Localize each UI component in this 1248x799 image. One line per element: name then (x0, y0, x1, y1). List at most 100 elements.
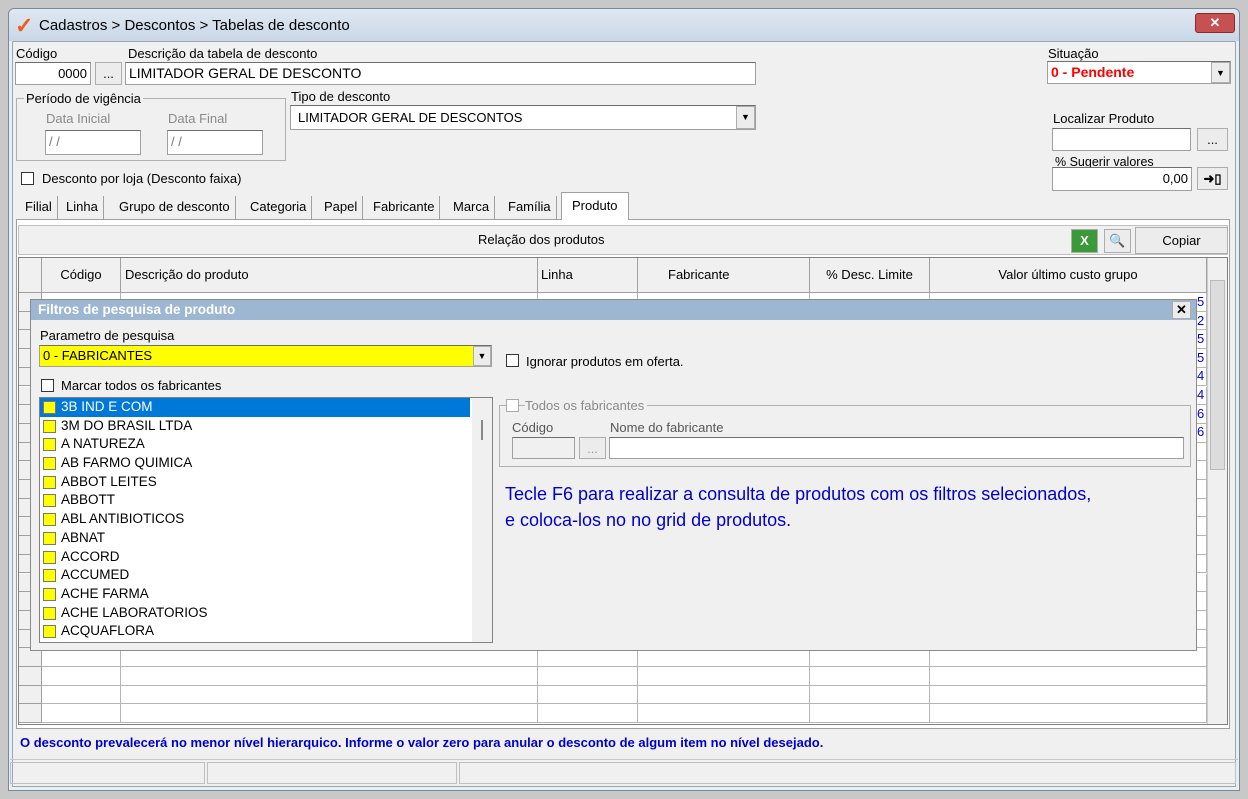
checkbox-icon[interactable] (43, 550, 56, 564)
search-button[interactable]: 🔍 (1104, 229, 1131, 253)
data-final-input[interactable]: / / (167, 130, 263, 155)
grid-cell[interactable] (810, 704, 930, 724)
grid-cell[interactable] (121, 704, 538, 724)
chevron-down-icon[interactable]: ▼ (473, 346, 491, 366)
fabricante-item[interactable]: ACCUMED (40, 566, 470, 585)
column-header-desc-limite[interactable]: % Desc. Limite (810, 258, 930, 293)
fab-browse-button[interactable]: ... (579, 437, 606, 459)
checkbox-icon[interactable] (43, 494, 56, 508)
row-indicator[interactable] (19, 648, 42, 667)
chevron-down-icon[interactable]: ▼ (1211, 62, 1230, 83)
localizar-input[interactable] (1052, 128, 1191, 151)
grid-cell[interactable] (121, 648, 538, 667)
tab-fabricante[interactable]: Fabricante (368, 196, 441, 219)
tab-marca[interactable]: Marca (448, 196, 496, 219)
grid-cell[interactable] (638, 648, 810, 667)
grid-cell[interactable] (930, 685, 1207, 705)
column-header-linha[interactable]: Linha (538, 258, 638, 293)
grid-cell[interactable] (538, 704, 638, 724)
copiar-button[interactable]: Copiar (1135, 227, 1228, 254)
grid-cell[interactable] (930, 648, 1207, 667)
grid-cell[interactable] (538, 685, 638, 705)
fabricante-item[interactable]: ABBOTT (40, 491, 470, 510)
excel-export-button[interactable]: X (1071, 229, 1098, 253)
param-select[interactable]: 0 - FABRICANTES ▼ (39, 345, 492, 367)
column-header-codigo[interactable]: Código (42, 258, 121, 293)
tab-produto[interactable]: Produto (561, 192, 629, 220)
grid-scrollbar[interactable] (1207, 258, 1227, 724)
checkbox-icon[interactable] (43, 606, 56, 620)
grid-cell[interactable] (42, 648, 121, 667)
codigo-browse-button[interactable]: ... (95, 62, 122, 85)
fabricante-item[interactable]: A NATUREZA (40, 435, 470, 454)
desconto-loja-checkbox[interactable] (21, 172, 34, 185)
column-header-fabricante[interactable]: Fabricante (638, 258, 810, 293)
column-header-valor-custo[interactable]: Valor último custo grupo (930, 258, 1207, 293)
checkbox-icon[interactable] (43, 569, 56, 583)
grid-cell[interactable] (121, 667, 538, 686)
close-button[interactable]: ✕ (1195, 13, 1235, 33)
grid-cell[interactable] (42, 704, 121, 724)
scrollbar-thumb[interactable] (1210, 280, 1225, 470)
checkbox-icon[interactable] (43, 401, 56, 414)
descricao-input[interactable]: LIMITADOR GERAL DE DESCONTO (125, 62, 756, 85)
grid-cell[interactable] (930, 667, 1207, 686)
fabricante-item[interactable]: ABBOT LEITES (40, 473, 470, 492)
grid-cell[interactable] (810, 648, 930, 667)
codigo-input[interactable]: 0000 (15, 62, 91, 85)
tab-filial[interactable]: Filial (20, 196, 58, 219)
grid-cell[interactable] (930, 704, 1207, 724)
grid-cell[interactable] (810, 685, 930, 705)
checkbox-icon[interactable] (43, 457, 56, 471)
grid-cell[interactable] (42, 667, 121, 686)
checkbox-icon[interactable] (43, 531, 56, 545)
todos-fabricantes-checkbox[interactable] (506, 399, 519, 412)
fabricante-item[interactable]: 3M DO BRASIL LTDA (40, 417, 470, 436)
fab-nome-input[interactable] (609, 437, 1184, 459)
chevron-down-icon[interactable]: ▼ (736, 106, 755, 129)
fabricante-item[interactable]: ACQUAFLORA (40, 622, 470, 641)
tab-linha[interactable]: Linha (61, 196, 104, 219)
fabricantes-list[interactable]: 3B IND E COM 3M DO BRASIL LTDA A NATUREZA A… (39, 397, 493, 643)
ignorar-oferta-checkbox[interactable] (506, 354, 519, 367)
fabricante-item[interactable]: AB FARMO QUIMICA (40, 454, 470, 473)
checkbox-icon[interactable] (43, 475, 56, 489)
tipo-select[interactable]: LIMITADOR GERAL DE DESCONTOS ▼ (290, 105, 756, 130)
scrollbar-grip[interactable] (481, 420, 483, 440)
sugerir-input[interactable]: 0,00 (1052, 167, 1192, 191)
list-scrollbar[interactable] (472, 398, 492, 642)
fabricante-item[interactable]: ACHE FARMA (40, 585, 470, 604)
fab-codigo-input[interactable] (512, 437, 575, 459)
column-header-descricao[interactable]: Descrição do produto (121, 258, 538, 293)
localizar-browse-button[interactable]: ... (1197, 128, 1228, 151)
fabricante-item[interactable]: ABL ANTIBIOTICOS (40, 510, 470, 529)
tab-familia[interactable]: Família (503, 196, 557, 219)
checkbox-icon[interactable] (43, 513, 56, 527)
grid-cell[interactable] (42, 685, 121, 705)
row-indicator[interactable] (19, 667, 42, 686)
checkbox-icon[interactable] (43, 587, 56, 601)
grid-cell[interactable] (638, 667, 810, 686)
checkbox-icon[interactable] (43, 625, 56, 639)
grid-cell[interactable] (638, 704, 810, 724)
checkbox-icon[interactable] (43, 438, 56, 452)
data-inicial-input[interactable]: / / (45, 130, 141, 155)
fabricante-item[interactable]: ABNAT (40, 529, 470, 548)
grid-cell[interactable] (121, 685, 538, 705)
marcar-todos-checkbox[interactable] (41, 379, 54, 392)
row-indicator[interactable] (19, 685, 42, 705)
fabricante-item[interactable]: 3B IND E COM (40, 398, 470, 417)
dialog-close-button[interactable]: ✕ (1172, 301, 1191, 319)
situacao-select[interactable]: 0 - Pendente ▼ (1047, 61, 1231, 84)
grid-cell[interactable] (538, 667, 638, 686)
tab-papel[interactable]: Papel (319, 196, 364, 219)
fabricante-item[interactable]: ACHE LABORATORIOS (40, 604, 470, 623)
grid-cell[interactable] (810, 667, 930, 686)
grid-cell[interactable] (638, 685, 810, 705)
fabricante-item[interactable]: ACCORD (40, 548, 470, 567)
tab-grupo-desconto[interactable]: Grupo de desconto (114, 196, 236, 219)
row-indicator[interactable] (19, 704, 42, 724)
tab-categoria[interactable]: Categoria (245, 196, 313, 219)
grid-cell[interactable] (538, 648, 638, 667)
apply-values-button[interactable]: ➜▯ (1197, 167, 1228, 190)
